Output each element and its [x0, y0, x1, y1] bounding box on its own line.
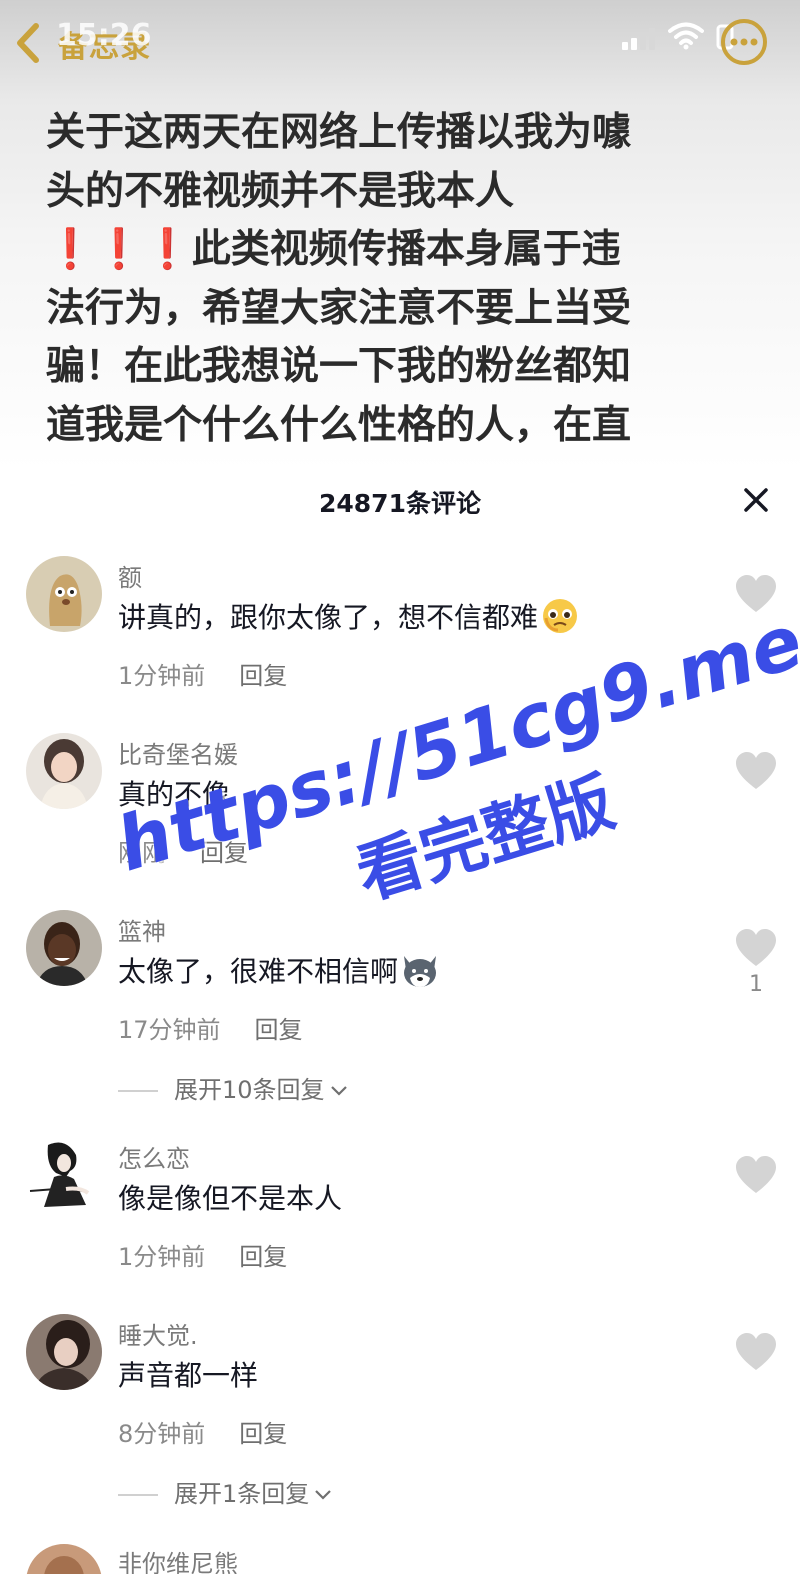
- comment-username[interactable]: 篮神: [118, 912, 166, 947]
- husky-face-emoji-icon: [404, 956, 437, 987]
- comment-text: 像是像但不是本人: [118, 1182, 343, 1215]
- post-line: ❗❗❗此类视频传播本身属于违: [46, 221, 756, 280]
- cellular-signal-icon: [622, 28, 655, 50]
- comment-time: 17分钟前: [118, 1016, 221, 1044]
- post-line: 头的不雅视频并不是我本人: [46, 168, 515, 214]
- pleading-face-emoji-icon: [543, 599, 578, 633]
- expand-replies-button[interactable]: 展开1条回复: [118, 1474, 333, 1509]
- like-heart-icon[interactable]: [734, 574, 778, 614]
- comment-meta: 1分钟前 回复: [118, 1237, 287, 1272]
- back-chevron-icon[interactable]: [12, 22, 42, 64]
- comment-meta: 1分钟前 回复: [118, 656, 287, 691]
- avatar[interactable]: [26, 733, 102, 809]
- comments-count-title: 24871条评论: [319, 489, 481, 518]
- avatar[interactable]: [26, 556, 102, 632]
- reply-button[interactable]: 回复: [239, 1420, 287, 1448]
- expand-replies-label: 展开1条回复: [174, 1480, 310, 1508]
- post-text: 关于这两天在网络上传播以我为噱 头的不雅视频并不是我本人 ❗❗❗此类视频传播本身…: [46, 104, 756, 454]
- comment-text: 真的不像: [118, 778, 231, 811]
- post-content: 关于这两天在网络上传播以我为噱 头的不雅视频并不是我本人 ❗❗❗此类视频传播本身…: [0, 100, 800, 470]
- chevron-down-icon: [315, 1490, 332, 1500]
- reply-button[interactable]: 回复: [200, 839, 248, 867]
- reply-button[interactable]: 回复: [255, 1016, 303, 1044]
- like-heart-icon[interactable]: [734, 751, 778, 791]
- post-line-text: 此类视频传播本身属于违: [191, 227, 621, 272]
- post-line: 道我是个什么什么性格的人，在直: [46, 402, 632, 448]
- comment-text-content: 太像了，很难不相信啊: [118, 955, 399, 988]
- comment-time: 1分钟前: [118, 1243, 206, 1271]
- expand-replies-label: 展开10条回复: [174, 1076, 325, 1104]
- comment-username[interactable]: 比奇堡名媛: [118, 735, 238, 770]
- wifi-icon: [668, 22, 704, 50]
- status-nav-bar: 备忘录 15:26: [0, 0, 800, 100]
- expand-replies-button[interactable]: 展开10条回复: [118, 1070, 349, 1105]
- post-line: 法行为，希望大家注意不要上当受: [46, 285, 632, 331]
- avatar[interactable]: [26, 1544, 102, 1574]
- comment-username[interactable]: 睡大觉.: [118, 1316, 198, 1351]
- comment-username[interactable]: 非你维尼熊: [118, 1544, 238, 1574]
- comment-text-content: 讲真的，跟你太像了，想不信都难: [118, 601, 539, 634]
- close-icon[interactable]: [740, 484, 772, 516]
- comment-item: 非你维尼熊: [0, 1540, 800, 1574]
- avatar[interactable]: [26, 1137, 102, 1213]
- comment-text: 声音都一样: [118, 1359, 259, 1392]
- more-options-icon[interactable]: [720, 18, 768, 66]
- comment-username[interactable]: 额: [118, 558, 142, 593]
- status-time: 15:26: [56, 18, 152, 53]
- comment-meta: 17分钟前 回复: [118, 1010, 303, 1045]
- post-line: 关于这两天在网络上传播以我为噱: [46, 110, 632, 155]
- divider: [118, 1494, 158, 1496]
- reply-button[interactable]: 回复: [239, 662, 287, 690]
- comment-time: 1分钟前: [118, 662, 206, 690]
- comment-username[interactable]: 怎么恋: [118, 1139, 190, 1174]
- like-count: 1: [749, 972, 763, 997]
- divider: [118, 1090, 158, 1092]
- comment-text: 太像了，很难不相信啊: [118, 950, 440, 990]
- exclamation-marks: ❗❗❗: [46, 227, 192, 272]
- reply-button[interactable]: 回复: [239, 1243, 287, 1271]
- comment-time: 8分钟前: [118, 1420, 206, 1448]
- like-heart-icon[interactable]: [734, 928, 778, 968]
- avatar[interactable]: [26, 910, 102, 986]
- like-heart-icon[interactable]: [734, 1332, 778, 1372]
- comment-meta: 8分钟前 回复: [118, 1414, 287, 1449]
- avatar[interactable]: [26, 1314, 102, 1390]
- comment-text: 讲真的，跟你太像了，想不信都难: [118, 596, 580, 636]
- post-line: 骗！在此我想说一下我的粉丝都知: [46, 344, 632, 389]
- chevron-down-icon: [330, 1086, 347, 1096]
- comment-time: 刚刚: [118, 839, 166, 867]
- comments-panel: 24871条评论 额 讲真的，跟你太像了，想不信都难 1分钟前 回复 比奇堡名媛…: [0, 470, 800, 1574]
- like-heart-icon[interactable]: [734, 1155, 778, 1195]
- comment-meta: 刚刚 回复: [118, 833, 248, 868]
